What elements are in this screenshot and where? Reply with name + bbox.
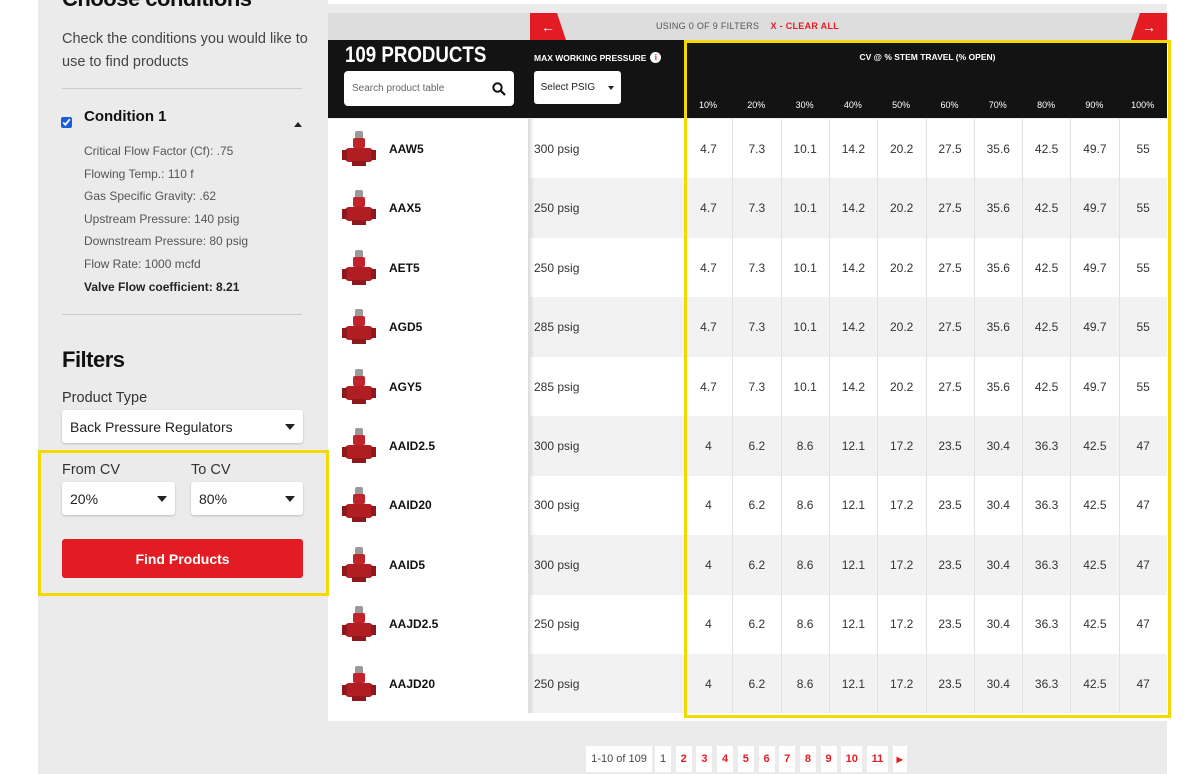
page-10-button[interactable]: 10 <box>841 746 863 772</box>
divider <box>62 314 302 315</box>
pressure-cell: 300 psig <box>534 439 580 453</box>
product-cell[interactable]: AET5 <box>328 237 530 298</box>
product-name[interactable]: AAID2.5 <box>389 439 435 453</box>
product-cell[interactable]: AAX5 <box>328 178 530 238</box>
condition-line: Flow Rate: 1000 mcfd <box>84 256 201 271</box>
next-page-icon[interactable]: ▶ <box>892 746 907 772</box>
choose-conditions-heading: Choose conditions <box>62 0 252 12</box>
product-name[interactable]: AAX5 <box>389 201 421 215</box>
product-cell[interactable]: AAJD20 <box>328 654 530 714</box>
product-cell[interactable]: AAID20 <box>328 475 530 536</box>
psig-select-value: Select PSIG <box>540 82 596 93</box>
condition-line: Downstream Pressure: 80 psig <box>84 234 249 249</box>
pressure-cell: 285 psig <box>534 379 580 394</box>
chevron-down-icon <box>285 423 295 430</box>
valve-image-icon <box>342 249 376 285</box>
condition-1-title[interactable]: Condition 1 <box>84 108 167 125</box>
top-strip <box>328 0 1167 4</box>
product-cell[interactable]: AGD5 <box>328 297 530 357</box>
product-cell[interactable]: AAJD2.5 <box>328 594 530 655</box>
product-type-select[interactable]: Back Pressure Regulators <box>62 410 303 443</box>
valve-image-icon <box>342 487 376 523</box>
valve-flow-coefficient: Valve Flow coefficient: 8.21 <box>84 279 240 294</box>
condition-line: Critical Flow Factor (Cf): .75 <box>84 144 234 158</box>
pressure-cell: 300 psig <box>534 557 580 572</box>
product-name[interactable]: AAID20 <box>389 498 432 512</box>
pressure-cell: 300 psig <box>534 141 580 156</box>
chevron-down-icon <box>608 85 615 90</box>
product-name[interactable]: AAJD20 <box>389 677 435 691</box>
product-type-label: Product Type <box>62 390 148 406</box>
page-5-button[interactable]: 5 <box>737 746 754 772</box>
valve-image-icon <box>342 665 376 701</box>
product-name[interactable]: AET5 <box>389 261 420 275</box>
search-icon[interactable] <box>492 81 506 96</box>
clear-all-link[interactable]: X - CLEAR ALL <box>771 21 840 31</box>
product-cell[interactable]: AGY5 <box>328 356 530 417</box>
pressure-cell: 300 psig <box>534 498 580 513</box>
sidebar: Choose conditions Check the conditions y… <box>38 0 328 774</box>
condition-line: Flowing Temp.: 110 f <box>84 166 194 181</box>
pressure-cell: 250 psig <box>534 201 580 216</box>
page-2-button[interactable]: 2 <box>675 746 692 772</box>
collapse-caret-icon[interactable] <box>294 122 302 127</box>
valve-image-icon <box>342 190 376 226</box>
product-count: 109 PRODUCTS <box>345 42 487 67</box>
condition-line: Upstream Pressure: 140 psig <box>84 211 240 226</box>
pressure-cell: 285 psig <box>534 320 580 335</box>
condition-line: Gas Specific Gravity: .62 <box>84 189 217 204</box>
search-input[interactable]: Search product table <box>344 71 514 106</box>
product-name[interactable]: AAID5 <box>389 558 425 572</box>
product-type-value: Back Pressure Regulators <box>70 418 233 435</box>
product-cell[interactable]: AAW5 <box>328 119 530 179</box>
column-shadow <box>528 119 534 713</box>
page-4-button[interactable]: 4 <box>717 746 734 772</box>
max-pressure-header: MAX WORKING PRESSURE <box>534 52 647 63</box>
pressure-cell: 250 psig <box>534 260 580 275</box>
product-cell[interactable]: AAID2.5 <box>328 416 530 476</box>
valve-image-icon <box>342 546 376 582</box>
product-name[interactable]: AAJD2.5 <box>389 617 438 631</box>
filters-heading: Filters <box>62 347 125 372</box>
page-9-button[interactable]: 9 <box>820 746 837 772</box>
pressure-cell: 250 psig <box>534 676 580 691</box>
condition-details: Critical Flow Factor (Cf): .75 Flowing T… <box>84 140 248 298</box>
product-name[interactable]: AGY5 <box>389 380 422 394</box>
page-8-button[interactable]: 8 <box>799 746 816 772</box>
scroll-right-arrow-icon[interactable]: → <box>1131 13 1167 40</box>
pressure-cell: 250 psig <box>534 617 580 632</box>
filter-bar: ← USING 0 OF 9 FILTERS X - CLEAR ALL → <box>328 13 1167 40</box>
page-11-button[interactable]: 11 <box>867 746 888 772</box>
filter-status: USING 0 OF 9 FILTERS <box>655 21 760 31</box>
product-name[interactable]: AGD5 <box>389 320 422 334</box>
search-placeholder: Search product table <box>352 83 445 94</box>
page-7-button[interactable]: 7 <box>779 746 796 772</box>
product-name[interactable]: AAW5 <box>389 142 424 156</box>
intro-text: Check the conditions you would like to u… <box>62 31 308 70</box>
product-cell[interactable]: AAID5 <box>328 535 530 595</box>
highlight-cv-filter <box>38 450 329 596</box>
highlight-cv-columns <box>684 40 1171 718</box>
page-3-button[interactable]: 3 <box>696 746 713 772</box>
page-6-button[interactable]: 6 <box>758 746 775 772</box>
divider <box>62 88 302 89</box>
psig-select[interactable]: Select PSIG <box>534 71 621 104</box>
valve-image-icon <box>342 368 376 404</box>
info-icon[interactable]: i <box>650 52 662 63</box>
valve-image-icon <box>342 428 376 463</box>
valve-image-icon <box>342 309 376 345</box>
pagination-range: 1-10 of 109 <box>586 746 652 772</box>
page-1-button[interactable]: 1 <box>655 746 671 772</box>
valve-image-icon <box>342 606 376 642</box>
condition-1-checkbox[interactable] <box>61 117 72 128</box>
valve-image-icon <box>342 130 376 166</box>
